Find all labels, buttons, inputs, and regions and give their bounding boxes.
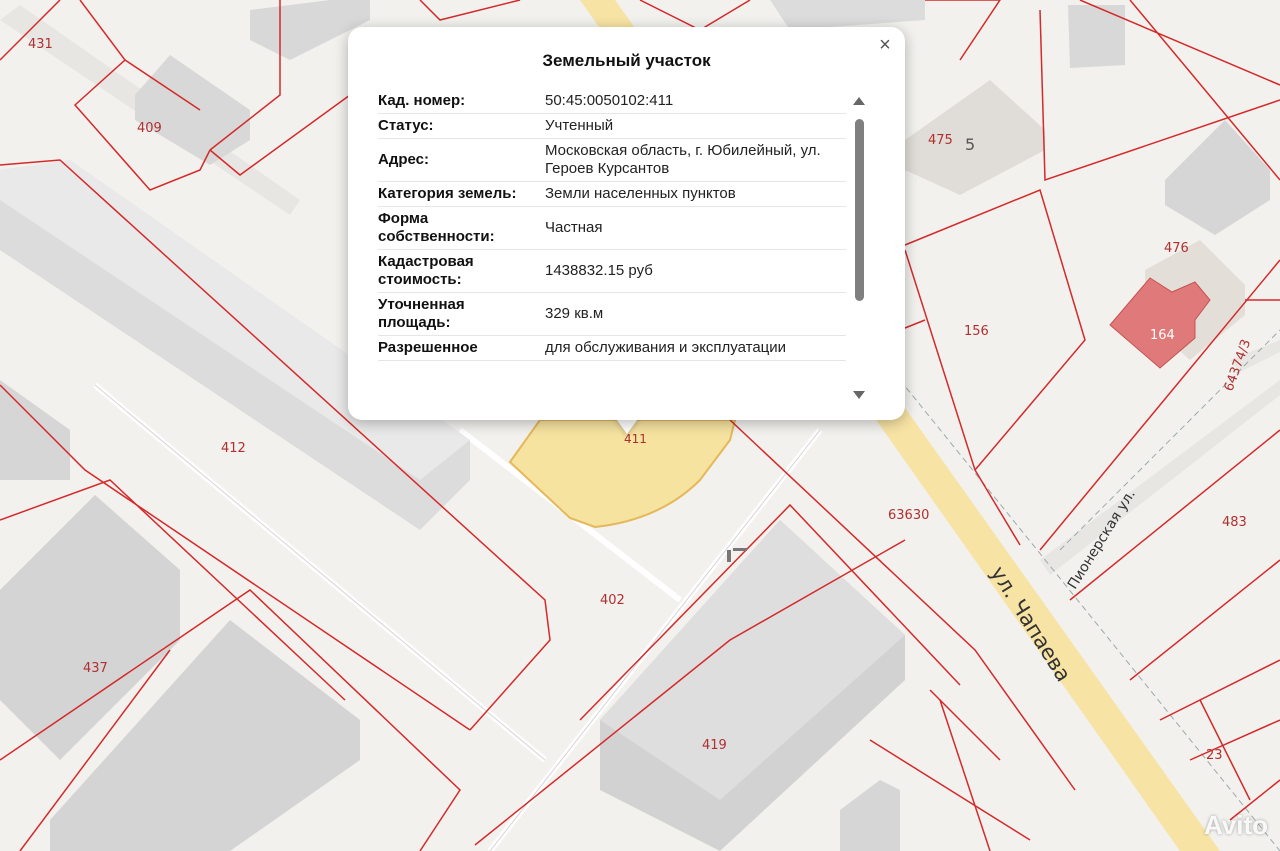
info-row: Уточненная площадь: 329 кв.м xyxy=(378,293,846,336)
info-row: Кад. номер: 50:45:0050102:411 xyxy=(378,89,846,114)
plot-label-156: 156 xyxy=(964,324,989,339)
scroll-thumb[interactable] xyxy=(855,119,864,301)
scroll-down-icon[interactable] xyxy=(853,391,865,399)
info-value: Учтенный xyxy=(545,117,614,134)
plot-label-483: 483 xyxy=(1222,515,1247,530)
plot-info-table[interactable]: Кад. номер: 50:45:0050102:411 Статус: Уч… xyxy=(378,89,846,401)
plot-label-475: 475 xyxy=(928,133,953,148)
info-key: Кад. номер: xyxy=(378,92,466,109)
plot-label-409: 409 xyxy=(137,121,162,136)
house-number-5: 5 xyxy=(965,135,975,154)
info-row: Кадастровая стоимость: 1438832.15 руб xyxy=(378,250,846,293)
plot-info-popup: Земельный участок × Кад. номер: 50:45:00… xyxy=(348,27,905,420)
plot-label-476: 476 xyxy=(1164,241,1189,256)
info-key: Форма собственности: xyxy=(378,210,495,245)
popup-scrollbar[interactable] xyxy=(852,97,866,399)
info-key: Категория земель: xyxy=(378,185,517,202)
info-value: 1438832.15 руб xyxy=(545,262,653,279)
info-key: Статус: xyxy=(378,117,434,134)
info-row: Разрешенное для обслуживания и эксплуата… xyxy=(378,336,846,361)
plot-label-23: 23 xyxy=(1206,748,1223,763)
popup-title: Земельный участок xyxy=(542,51,711,70)
info-value: Московская область, г. Юбилейный, ул. Ге… xyxy=(545,142,821,177)
info-value: Земли населенных пунктов xyxy=(545,185,736,202)
info-value: 329 кв.м xyxy=(545,305,604,322)
info-value: 50:45:0050102:411 xyxy=(545,92,674,109)
info-key: Уточненная площадь: xyxy=(378,296,465,331)
info-value: Частная xyxy=(545,219,603,236)
plot-label-431: 431 xyxy=(28,37,53,52)
plot-label-402: 402 xyxy=(600,593,625,608)
plot-label-419: 419 xyxy=(702,738,727,753)
info-key: Разрешенное xyxy=(378,339,478,356)
avito-watermark: Avito xyxy=(1203,810,1268,840)
info-value: для обслуживания и эксплуатации xyxy=(545,339,787,356)
info-key: Адрес: xyxy=(378,151,429,168)
plot-label-437: 437 xyxy=(83,661,108,676)
plot-label-164: 164 xyxy=(1150,328,1175,343)
plot-label-63630: 63630 xyxy=(888,508,929,523)
info-key: Кадастровая стоимость: xyxy=(378,253,474,288)
close-icon[interactable]: × xyxy=(875,35,895,55)
scroll-up-icon[interactable] xyxy=(853,97,865,105)
plot-label-412: 412 xyxy=(221,441,246,456)
info-row: Статус: Учтенный xyxy=(378,114,846,139)
plot-label-411: 411 xyxy=(624,432,647,446)
info-row: Форма собственности: Частная xyxy=(378,207,846,250)
info-row: Категория земель: Земли населенных пункт… xyxy=(378,182,846,207)
info-row: Адрес: Московская область, г. Юбилейный,… xyxy=(378,139,846,182)
